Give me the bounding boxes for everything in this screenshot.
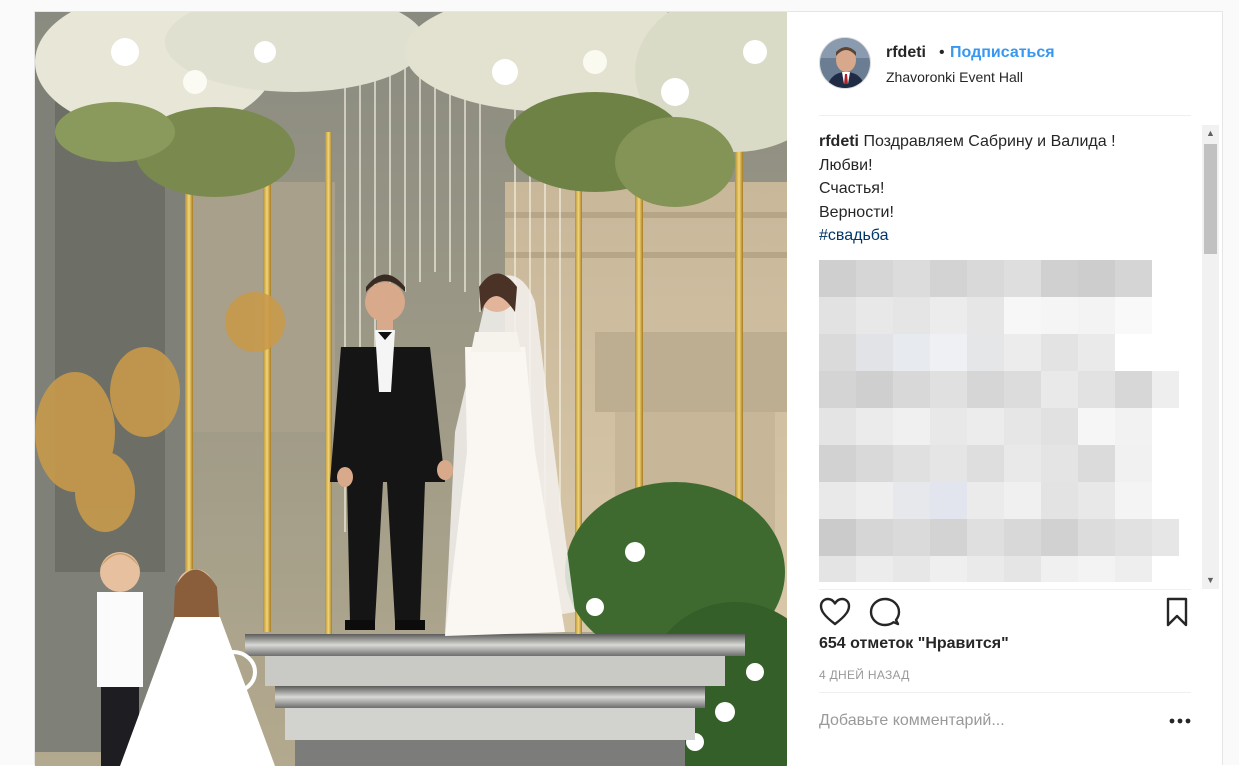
likes-count[interactable]: 654 отметок "Нравится" [819, 635, 1009, 653]
separator-dot: • [939, 44, 945, 61]
caption-line-2: Любви! [819, 156, 873, 174]
browser-viewport: rfdeti • Подписаться Zhavoronki Event Ha… [0, 0, 1239, 766]
caption-line-3: Счастья! [819, 180, 885, 197]
caption-username[interactable]: rfdeti [819, 133, 859, 150]
caption-line-1: Поздравляем Сабрину и Валида ! [863, 133, 1116, 150]
hashtag-link[interactable]: #свадьба [819, 224, 1191, 248]
post-actions [819, 589, 1191, 630]
caption-line-4: Верности! [819, 203, 894, 221]
wedding-photo-illustration [35, 12, 787, 766]
pixelated-comments-redaction [819, 260, 1179, 582]
more-options-icon[interactable] [1169, 717, 1191, 725]
post-header: rfdeti • Подписаться Zhavoronki Event Ha… [819, 37, 1191, 116]
post-date[interactable]: 4 дней назад [819, 668, 910, 682]
bookmark-icon[interactable] [1161, 596, 1193, 628]
post-side-panel: rfdeti • Подписаться Zhavoronki Event Ha… [787, 12, 1224, 766]
location-link[interactable]: Zhavoronki Event Hall [886, 69, 1023, 85]
caption: rfdeti Поздравляем Сабрину и Валида ! [819, 130, 1191, 154]
comment-bubble-icon[interactable] [869, 596, 901, 628]
add-comment-section [819, 692, 1191, 753]
post-username[interactable]: rfdeti [886, 44, 926, 62]
heart-icon[interactable] [819, 596, 851, 628]
instagram-post: rfdeti • Подписаться Zhavoronki Event Ha… [34, 11, 1224, 766]
follow-button[interactable]: Подписаться [950, 44, 1055, 62]
comments-area: rfdeti Поздравляем Сабрину и Валида ! Лю… [819, 130, 1191, 582]
scroll-down-arrow-icon[interactable]: ▼ [1202, 572, 1219, 589]
post-photo[interactable] [35, 12, 787, 766]
scroll-up-arrow-icon[interactable]: ▲ [1202, 125, 1219, 142]
comments-scrollbar[interactable]: ▲ ▼ [1202, 125, 1219, 589]
scroll-thumb[interactable] [1204, 144, 1217, 254]
avatar[interactable] [819, 37, 871, 89]
avatar-image [820, 38, 870, 88]
comment-input[interactable] [819, 709, 1149, 733]
